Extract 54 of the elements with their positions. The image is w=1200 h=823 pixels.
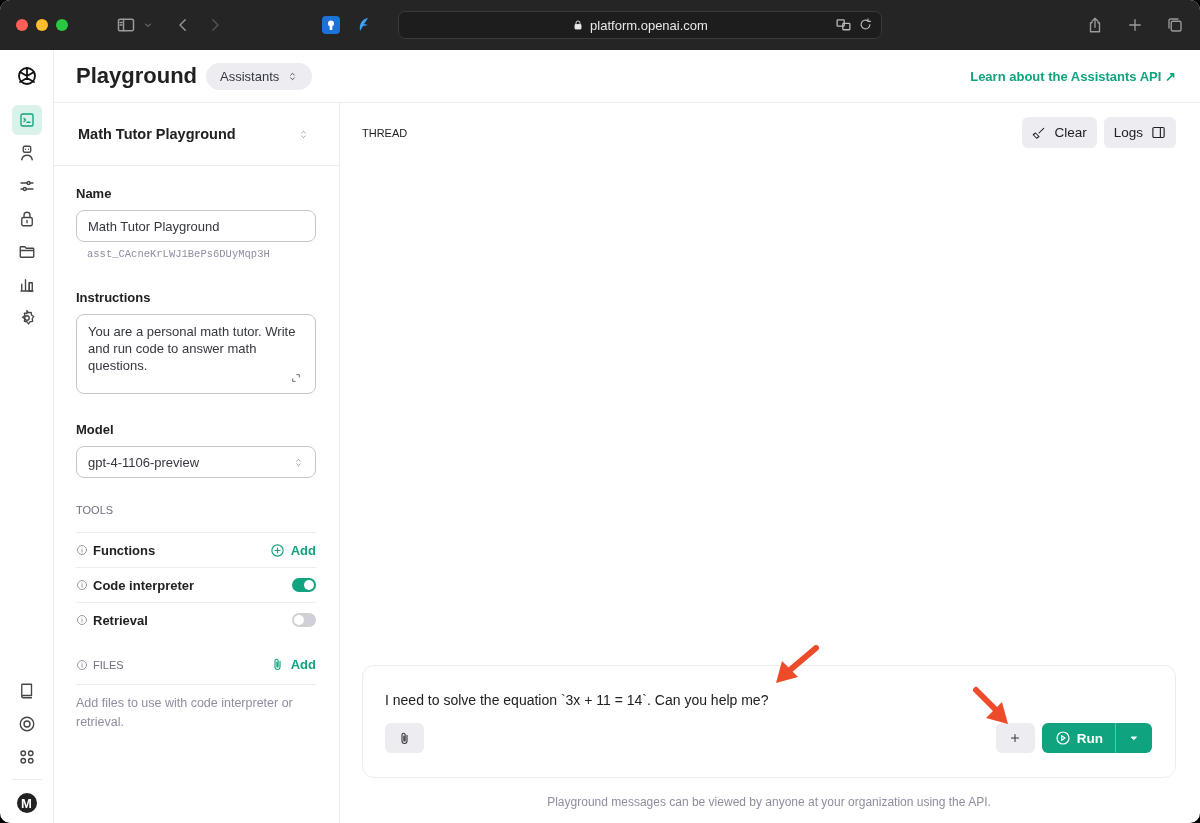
bar-chart-icon — [17, 276, 36, 294]
lifebuoy-icon — [17, 715, 36, 733]
lock-icon — [572, 19, 585, 31]
broom-icon — [1032, 125, 1047, 140]
new-tab-icon — [1126, 16, 1144, 34]
thread-heading: THREAD — [362, 126, 409, 139]
instructions-field[interactable]: You are a personal math tutor. Write and run code to answer math questions. — [76, 314, 316, 394]
assistant-id: asst_CAcneKrLWJ1BePs6DUyMqp3H — [87, 248, 271, 260]
updown-icon — [293, 456, 304, 468]
page-title: Playground — [76, 63, 197, 89]
logs-button[interactable]: Logs — [1103, 117, 1176, 148]
info-icon — [76, 614, 88, 626]
terminal-icon — [17, 111, 36, 129]
play-circle-icon — [1054, 730, 1071, 746]
toggle-switch[interactable] — [292, 578, 316, 592]
field-label: Instructions — [76, 290, 152, 305]
address-bar[interactable]: platform.openai.com — [398, 11, 882, 39]
field-label: Model — [76, 422, 115, 437]
section-heading: FILES — [93, 658, 124, 671]
apps-icon — [17, 748, 36, 766]
toggle-switch[interactable] — [292, 613, 316, 627]
keyhole-icon[interactable] — [322, 16, 340, 34]
folder-icon — [17, 243, 36, 261]
files-hint: Add files to use with code interpreter or retrieval. — [76, 695, 294, 731]
tool-label: Code interpreter — [93, 577, 195, 593]
sidebar-icon — [116, 15, 136, 35]
tool-label: Functions — [93, 542, 156, 558]
mode-select[interactable]: Assistants — [206, 62, 313, 90]
message-text: I need to solve the equation `3x + 11 = 14`. Can you help me? — [385, 692, 770, 708]
name-field[interactable]: Math Tutor Playground — [76, 210, 316, 242]
add-message-button[interactable] — [995, 723, 1035, 753]
info-icon — [76, 658, 88, 671]
tool-label: Retrieval — [93, 612, 148, 628]
info-icon — [76, 579, 88, 591]
message-composer[interactable]: I need to solve the equation `3x + 11 = 14`. Can you help me? Run — [362, 665, 1176, 778]
attach-button[interactable] — [385, 723, 424, 753]
reload-icon — [858, 16, 873, 32]
close-window-button[interactable] — [16, 19, 28, 31]
assistant-select[interactable]: Math Tutor Playground — [54, 103, 339, 166]
privacy-note: Playground messages can be viewed by anyone at your organization using the API. — [546, 795, 992, 809]
plus-circle-icon — [269, 542, 285, 558]
expand-icon — [291, 373, 301, 383]
maximize-window-button[interactable] — [56, 19, 68, 31]
panel-icon — [1151, 125, 1166, 140]
updown-icon — [298, 128, 309, 140]
section-heading: TOOLS — [76, 504, 114, 516]
clear-button[interactable]: Clear — [1022, 117, 1097, 148]
url-text: platform.openai.com — [590, 17, 708, 33]
minimize-window-button[interactable] — [36, 19, 48, 31]
avatar[interactable]: M — [16, 793, 37, 813]
tabs-overview-icon — [1166, 16, 1184, 34]
model-select[interactable]: gpt-4-1106-preview — [76, 446, 316, 478]
info-icon — [76, 544, 88, 556]
field-label: Name — [76, 186, 113, 201]
